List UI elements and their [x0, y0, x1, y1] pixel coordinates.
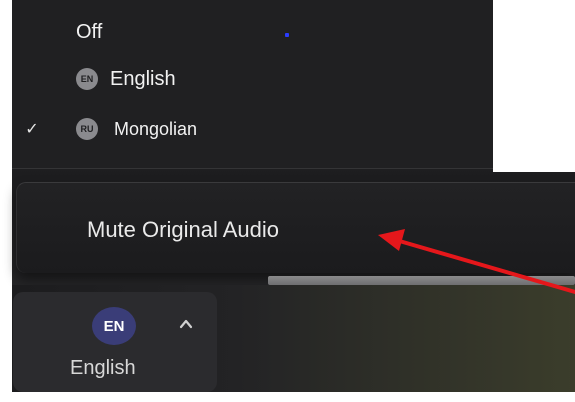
menu-item-mongolian[interactable]: ✓ RU Mongolian: [12, 107, 493, 151]
cursor-dot: [285, 33, 289, 37]
language-badge-icon: RU: [76, 118, 98, 140]
menu-item-label: Mongolian: [114, 118, 198, 139]
chevron-up-icon[interactable]: [178, 316, 194, 332]
mute-original-audio-option[interactable]: Mute Original Audio: [87, 213, 279, 247]
panel-divider: [268, 276, 575, 285]
interpretation-language-menu: Off EN English ✓ RU Mongolian: [12, 0, 493, 169]
menu-item-off[interactable]: Off: [12, 10, 493, 54]
language-badge-icon: EN: [92, 307, 136, 345]
screen-background: [493, 0, 575, 172]
checkmark-icon: ✓: [25, 121, 39, 138]
menu-item-label: Off: [76, 20, 103, 43]
menu-item-label: English: [110, 67, 176, 90]
menu-item-english[interactable]: EN English: [12, 57, 493, 101]
language-badge-icon: EN: [76, 68, 98, 90]
interpretation-language-label: English: [70, 357, 136, 379]
